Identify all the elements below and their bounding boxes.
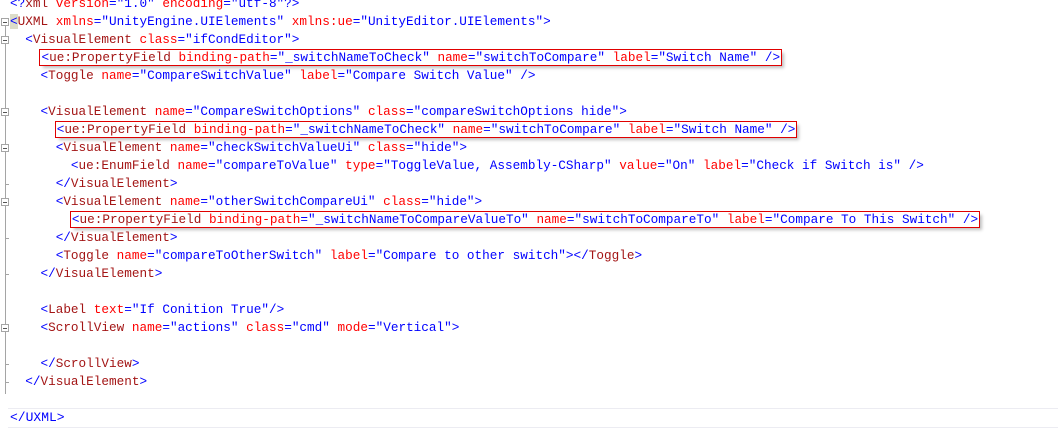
code-line[interactable]: </VisualElement>: [10, 175, 178, 193]
code-line[interactable]: <ue:PropertyField binding-path="_switchN…: [10, 121, 798, 139]
fold-end-marker: [5, 238, 9, 239]
code-line[interactable]: <Toggle name="compareToOtherSwitch" labe…: [10, 247, 642, 265]
current-line-highlight: [8, 408, 1058, 428]
fold-toggle-icon[interactable]: [1, 18, 9, 26]
fold-end-marker: [5, 184, 9, 185]
code-line[interactable]: <UXML xmlns="UnityEngine.UIElements" xml…: [10, 13, 551, 31]
fold-end-marker: [5, 364, 9, 365]
highlight-box: <ue:PropertyField binding-path="_switchN…: [39, 49, 783, 66]
code-line[interactable]: </ScrollView>: [10, 355, 139, 373]
code-line[interactable]: </VisualElement>: [10, 265, 162, 283]
code-line[interactable]: <Label text="If Conition True"/>: [10, 301, 284, 319]
code-line[interactable]: <ue:PropertyField binding-path="_switchN…: [10, 211, 981, 229]
code-line[interactable]: <ScrollView name="actions" class="cmd" m…: [10, 319, 459, 337]
code-editor[interactable]: <?xml version="1.0" encoding="utf-8"?> <U…: [0, 0, 1058, 435]
fold-toggle-icon[interactable]: [1, 144, 9, 152]
code-line[interactable]: <VisualElement name="CompareSwitchOption…: [10, 103, 626, 121]
code-line-closing-uxml[interactable]: </UXML>: [10, 409, 65, 427]
fold-toggle-icon[interactable]: [1, 198, 9, 206]
fold-toggle-icon[interactable]: [1, 36, 9, 44]
code-line[interactable]: <VisualElement name="otherSwitchCompareU…: [10, 193, 482, 211]
fold-guide: [5, 22, 6, 394]
code-line[interactable]: <VisualElement class="ifCondEditor">: [10, 31, 299, 49]
code-line[interactable]: <?xml version="1.0" encoding="utf-8"?>: [10, 0, 299, 13]
code-line[interactable]: </VisualElement>: [10, 373, 147, 391]
fold-toggle-icon[interactable]: [1, 108, 9, 116]
code-line[interactable]: </VisualElement>: [10, 229, 178, 247]
code-line[interactable]: <Toggle name="CompareSwitchValue" label=…: [10, 67, 535, 85]
code-line[interactable]: <ue:PropertyField binding-path="_switchN…: [10, 49, 783, 67]
code-line[interactable]: <VisualElement name="checkSwitchValueUi"…: [10, 139, 467, 157]
code-line[interactable]: <ue:EnumField name="compareToValue" type…: [10, 157, 924, 175]
highlight-box: <ue:PropertyField binding-path="_switchN…: [69, 211, 981, 228]
highlight-box: <ue:PropertyField binding-path="_switchN…: [54, 121, 798, 138]
fold-end-marker: [5, 382, 9, 383]
fold-toggle-icon[interactable]: [1, 324, 9, 332]
fold-end-marker: [5, 274, 9, 275]
